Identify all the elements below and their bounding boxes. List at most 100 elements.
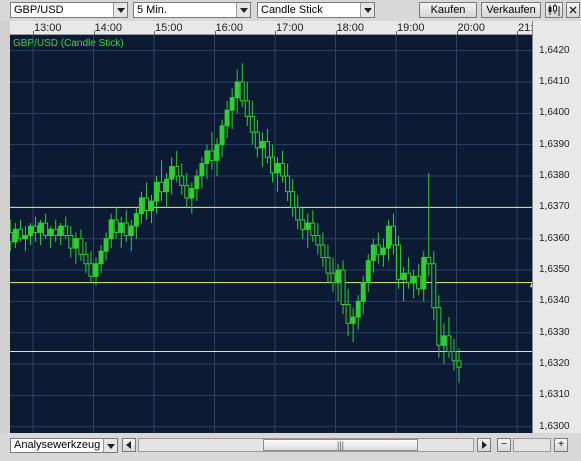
candle-body xyxy=(93,263,99,277)
scroll-left-button[interactable] xyxy=(122,438,136,452)
candle-body xyxy=(421,257,427,290)
left-gutter xyxy=(0,21,10,433)
candle-body xyxy=(63,225,69,237)
chart-title: GBP/USD (Candle Stick) xyxy=(13,38,124,49)
candle-body xyxy=(325,257,331,274)
price-tick-label: 1,6380 xyxy=(539,170,570,182)
candle-body xyxy=(58,225,64,237)
candle-body xyxy=(164,178,170,193)
chevron-down-icon[interactable] xyxy=(103,439,117,452)
candle-body xyxy=(239,81,245,102)
candle-body xyxy=(143,197,149,211)
price-tick-label: 1,6340 xyxy=(539,295,570,307)
candle-body xyxy=(431,263,437,309)
candle-body xyxy=(83,253,89,265)
candle-body xyxy=(426,257,432,265)
analysis-tool-value: Analysewerkzeug xyxy=(14,439,101,451)
candle-body xyxy=(209,150,215,161)
candle-body xyxy=(456,360,462,368)
candle-chart-icon[interactable] xyxy=(545,2,563,18)
candle-body xyxy=(118,222,124,233)
symbol-select[interactable]: GBP/USD xyxy=(10,2,128,18)
interval-select[interactable]: 5 Min. xyxy=(133,2,251,18)
candle-body xyxy=(214,144,220,161)
candle-body xyxy=(10,231,13,243)
zoom-out-button[interactable]: − xyxy=(497,438,511,452)
toolbar: GBP/USD 5 Min. Candle Stick Kaufen Verka… xyxy=(0,0,581,21)
candle-body xyxy=(123,222,129,237)
candle-body xyxy=(108,219,114,240)
candle-body xyxy=(406,272,412,284)
candle-body xyxy=(290,191,296,208)
candle-body xyxy=(360,282,366,302)
candle-body xyxy=(370,244,376,262)
candle-body xyxy=(300,219,306,230)
candle-body xyxy=(269,156,275,174)
candle-body xyxy=(154,181,160,202)
candle-body xyxy=(224,109,230,127)
time-tick-label: 14:00 xyxy=(94,22,123,34)
candle-body xyxy=(22,235,28,240)
horizontal-scrollbar[interactable]: ||| xyxy=(138,438,474,452)
chart-plot-area[interactable]: GBP/USD (Candle Stick) xyxy=(10,35,532,433)
candle-body xyxy=(275,162,281,174)
candle-body xyxy=(264,141,270,158)
time-tick-label: 13:00 xyxy=(34,22,62,34)
chart-type-select[interactable]: Candle Stick xyxy=(257,2,375,18)
arrow-left-icon xyxy=(126,441,131,449)
candle-body xyxy=(234,81,240,99)
scroll-right-button[interactable] xyxy=(477,438,491,452)
candle-body xyxy=(249,115,255,133)
candle-body xyxy=(48,228,54,237)
candle-body xyxy=(38,222,44,233)
candle-body xyxy=(396,244,402,280)
analysis-tool-select[interactable]: Analysewerkzeug xyxy=(10,438,118,453)
candle-body xyxy=(33,225,39,233)
chart-type-value: Candle Stick xyxy=(261,4,323,16)
candle-body xyxy=(259,141,265,149)
candle-body xyxy=(12,228,18,243)
candle-body xyxy=(43,222,49,237)
candle-body xyxy=(138,197,144,215)
candle-body xyxy=(385,225,391,249)
buy-button[interactable]: Kaufen xyxy=(419,2,477,18)
candle-body xyxy=(320,244,326,259)
candle-body xyxy=(128,225,134,237)
candle-body xyxy=(103,238,109,252)
candle-body xyxy=(335,269,341,284)
zoom-slider[interactable] xyxy=(513,438,551,452)
candle-body xyxy=(244,100,250,117)
candle-body xyxy=(436,307,442,346)
window-close-button[interactable] xyxy=(566,2,580,18)
candle-body xyxy=(98,250,104,265)
candle-body xyxy=(179,175,185,186)
candle-chart-icon xyxy=(548,4,560,16)
candle-body xyxy=(330,272,336,284)
candle-body xyxy=(441,335,447,346)
candle-body xyxy=(53,228,59,237)
scrollbar-thumb[interactable]: ||| xyxy=(263,439,418,451)
zoom-in-button[interactable]: + xyxy=(554,438,568,452)
price-tick-label: 1,6420 xyxy=(539,44,570,56)
candle-body xyxy=(78,238,84,255)
sell-button[interactable]: Verkaufen xyxy=(481,2,541,18)
candle-body xyxy=(88,263,94,277)
chevron-down-icon[interactable] xyxy=(236,3,250,17)
candle-body xyxy=(194,175,200,190)
time-tick-label: 20:00 xyxy=(457,22,486,34)
candle-body xyxy=(305,222,311,230)
candle-body xyxy=(73,238,79,249)
candle-body xyxy=(133,213,139,227)
price-tick-label: 1,6360 xyxy=(539,232,570,244)
price-tick-label: 1,6330 xyxy=(539,326,570,338)
candle-body xyxy=(285,175,291,193)
candle-body xyxy=(340,269,346,306)
candle-body xyxy=(27,225,33,237)
symbol-value: GBP/USD xyxy=(14,4,64,16)
chevron-down-icon[interactable] xyxy=(360,3,374,17)
candle-body xyxy=(390,225,396,246)
candle-body xyxy=(315,235,321,246)
price-tick-label: 1,6310 xyxy=(539,389,570,401)
chevron-down-icon[interactable] xyxy=(113,3,127,17)
close-icon xyxy=(569,6,577,14)
